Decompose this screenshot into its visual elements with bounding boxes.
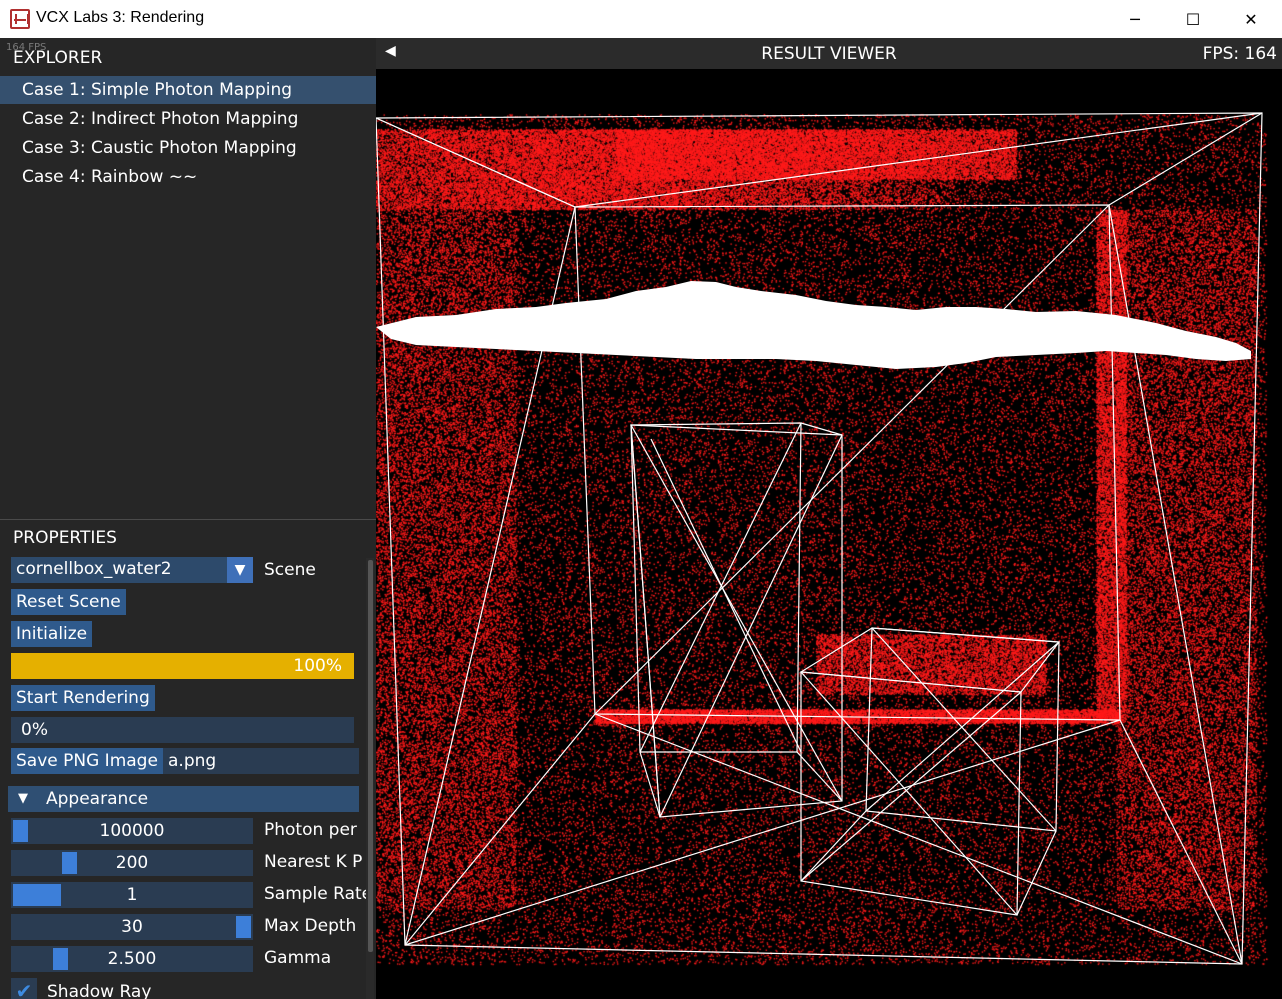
case-item-1[interactable]: Case 1: Simple Photon Mapping [0, 76, 376, 104]
slider-label: Sample Rate [264, 884, 366, 904]
properties-header: PROPERTIES [13, 528, 117, 548]
slider-value: 2.500 [107, 949, 157, 969]
init-progress-bar: 100% [11, 653, 354, 679]
render-progress-bar: 0% [11, 717, 354, 743]
save-png-button[interactable]: Save PNG Image [11, 748, 163, 774]
scene-wireframe [376, 112, 1263, 965]
appearance-slider[interactable]: 100000 [11, 818, 253, 844]
viewer-title: RESULT VIEWER [761, 44, 897, 64]
properties-scrollbar-thumb[interactable] [368, 560, 373, 952]
room-outline [376, 112, 1263, 965]
scene-select[interactable]: cornellbox_water2 ▼ [11, 557, 253, 583]
case-label: Case 4: Rainbow ~~ [22, 167, 198, 187]
appearance-slider[interactable]: 200 [11, 850, 253, 876]
appearance-header[interactable]: ▼ Appearance [8, 786, 359, 812]
case-item-4[interactable]: Case 4: Rainbow ~~ [0, 163, 376, 191]
appearance-slider[interactable]: 30 [11, 914, 253, 940]
appearance-label: Appearance [46, 789, 149, 809]
minimize-icon[interactable]: ─ [1106, 0, 1164, 38]
water-surface [376, 281, 1251, 369]
scene-select-value: cornellbox_water2 [16, 559, 172, 579]
maximize-icon[interactable]: ☐ [1164, 0, 1222, 38]
slider-label: Gamma [264, 948, 332, 968]
explorer-panel: 164 FPS EXPLORER Case 1: Simple Photon M… [0, 38, 376, 519]
slider-value: 200 [115, 853, 149, 873]
fps-counter: FPS: 164 [1202, 44, 1277, 64]
reset-scene-button[interactable]: Reset Scene [11, 589, 126, 615]
case-item-2[interactable]: Case 2: Indirect Photon Mapping [0, 105, 376, 133]
init-progress-text: 100% [293, 656, 342, 676]
shadow-ray-label: Shadow Ray [47, 982, 152, 999]
checkmark-icon: ✔ [15, 979, 33, 999]
case-label: Case 2: Indirect Photon Mapping [22, 109, 299, 129]
case-item-3[interactable]: Case 3: Caustic Photon Mapping [0, 134, 376, 162]
viewer-header: ◀ RESULT VIEWER FPS: 164 [376, 38, 1282, 69]
properties-panel: PROPERTIES cornellbox_water2 ▼ Scene Res… [0, 520, 376, 999]
slider-value: 1 [126, 885, 138, 905]
app-icon [10, 9, 30, 29]
render-progress-text: 0% [21, 720, 48, 740]
explorer-header: EXPLORER [13, 48, 103, 68]
shadow-ray-checkbox[interactable]: ✔ [11, 978, 37, 999]
scene-label: Scene [264, 560, 316, 580]
chevron-down-icon: ▼ [18, 791, 28, 806]
slider-label: Photon per [264, 820, 357, 840]
tall-box-outline [630, 424, 843, 818]
appearance-slider[interactable]: 1 [11, 882, 253, 908]
slider-label: Max Depth [264, 916, 357, 936]
title-bar: VCX Labs 3: Rendering ─ ☐ ✕ [0, 0, 1282, 38]
case-label: Case 1: Simple Photon Mapping [22, 80, 293, 100]
case-label: Case 3: Caustic Photon Mapping [22, 138, 297, 158]
short-box-outline [799, 627, 1061, 693]
slider-value: 100000 [99, 821, 165, 841]
window-title: VCX Labs 3: Rendering [36, 9, 205, 26]
appearance-slider[interactable]: 2.500 [11, 946, 253, 972]
slider-value: 30 [121, 917, 143, 937]
slider-label: Nearest K P [264, 852, 363, 872]
close-icon[interactable]: ✕ [1222, 0, 1280, 38]
result-viewer[interactable] [376, 69, 1282, 999]
start-rendering-button[interactable]: Start Rendering [11, 685, 155, 711]
chevron-down-icon[interactable]: ▼ [227, 557, 253, 583]
filename-input[interactable]: a.png [163, 748, 359, 774]
initialize-button[interactable]: Initialize [11, 621, 93, 647]
